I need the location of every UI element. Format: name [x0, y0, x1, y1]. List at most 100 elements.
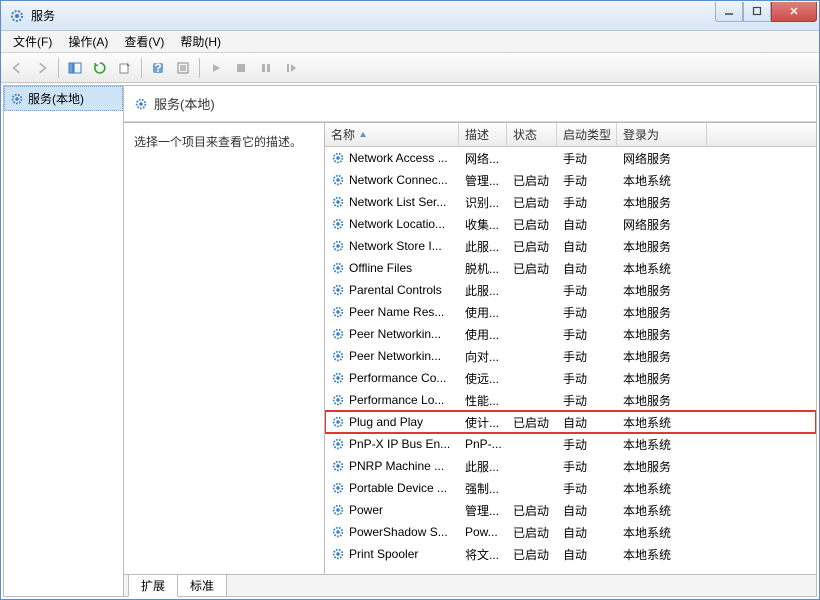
cell-status: [507, 156, 557, 160]
properties-button[interactable]: [171, 56, 195, 80]
cell-status: [507, 354, 557, 358]
cell-start: 手动: [557, 302, 617, 323]
cell-desc: 管理...: [459, 170, 507, 191]
minimize-button[interactable]: [715, 2, 743, 22]
cell-status: 已启动: [507, 500, 557, 521]
cell-start: 自动: [557, 500, 617, 521]
cell-status: [507, 310, 557, 314]
gear-icon: [331, 173, 345, 187]
gear-icon: [134, 97, 148, 111]
menu-help[interactable]: 帮助(H): [172, 31, 229, 52]
service-row[interactable]: Power管理...已启动自动本地系统: [325, 499, 816, 521]
content-body: 服务(本地) 服务(本地) 选择一个项目来查看它的描述。 名称: [3, 85, 817, 597]
description-hint: 选择一个项目来查看它的描述。: [134, 135, 302, 149]
cell-status: [507, 376, 557, 380]
cell-logon: 本地服务: [617, 456, 707, 477]
menu-action[interactable]: 操作(A): [60, 31, 116, 52]
cell-desc: 使远...: [459, 368, 507, 389]
cell-logon: 本地服务: [617, 302, 707, 323]
help-button[interactable]: ?: [146, 56, 170, 80]
gear-icon: [331, 261, 345, 275]
service-row[interactable]: PowerShadow S...Pow...已启动自动本地系统: [325, 521, 816, 543]
tab-standard[interactable]: 标准: [177, 575, 227, 597]
column-header-status[interactable]: 状态: [507, 123, 557, 146]
details-content: 选择一个项目来查看它的描述。 名称 描述 状态 启动类型 登录为 Network…: [124, 122, 816, 574]
sort-ascending-icon: [359, 131, 367, 139]
cell-name: Network Locatio...: [325, 215, 459, 233]
service-name: Parental Controls: [349, 283, 442, 297]
service-row[interactable]: Portable Device ...强制...手动本地系统: [325, 477, 816, 499]
cell-name: Portable Device ...: [325, 479, 459, 497]
gear-icon: [331, 327, 345, 341]
menu-view[interactable]: 查看(V): [116, 31, 172, 52]
service-name: Peer Networkin...: [349, 349, 441, 363]
cell-desc: 将文...: [459, 544, 507, 565]
cell-logon: 本地系统: [617, 170, 707, 191]
cell-status: 已启动: [507, 522, 557, 543]
cell-name: Print Spooler: [325, 545, 459, 563]
service-row[interactable]: Network Access ...网络...手动网络服务: [325, 147, 816, 169]
menubar: 文件(F) 操作(A) 查看(V) 帮助(H): [1, 31, 819, 53]
gear-icon: [331, 239, 345, 253]
services-list-pane: 名称 描述 状态 启动类型 登录为 Network Access ...网络..…: [324, 123, 816, 574]
cell-status: 已启动: [507, 544, 557, 565]
service-row[interactable]: Peer Networkin...向对...手动本地服务: [325, 345, 816, 367]
column-header-name[interactable]: 名称: [325, 123, 459, 146]
cell-name: Parental Controls: [325, 281, 459, 299]
cell-logon: 本地系统: [617, 478, 707, 499]
service-row[interactable]: PnP-X IP Bus En...PnP-...手动本地系统: [325, 433, 816, 455]
description-pane: 选择一个项目来查看它的描述。: [124, 123, 324, 574]
cell-logon: 网络服务: [617, 214, 707, 235]
tree-item-services-local[interactable]: 服务(本地): [4, 86, 123, 111]
column-header-description[interactable]: 描述: [459, 123, 507, 146]
service-row[interactable]: Print Spooler将文...已启动自动本地系统: [325, 543, 816, 565]
cell-status: 已启动: [507, 258, 557, 279]
services-window: 服务 文件(F) 操作(A) 查看(V) 帮助(H) ?: [0, 0, 820, 600]
cell-logon: 本地系统: [617, 434, 707, 455]
tab-extended[interactable]: 扩展: [128, 575, 178, 597]
refresh-button[interactable]: [88, 56, 112, 80]
nav-back-button: [5, 56, 29, 80]
nav-forward-button: [30, 56, 54, 80]
service-row[interactable]: Network Connec...管理...已启动手动本地系统: [325, 169, 816, 191]
cell-name: Peer Networkin...: [325, 347, 459, 365]
cell-desc: 识别...: [459, 192, 507, 213]
cell-logon: 本地系统: [617, 412, 707, 433]
titlebar[interactable]: 服务: [1, 1, 819, 31]
cell-start: 手动: [557, 434, 617, 455]
service-name: PowerShadow S...: [349, 525, 448, 539]
service-row[interactable]: Offline Files脱机...已启动自动本地系统: [325, 257, 816, 279]
service-row[interactable]: Peer Name Res...使用...手动本地服务: [325, 301, 816, 323]
tree-pane[interactable]: 服务(本地): [4, 86, 124, 596]
cell-desc: 此服...: [459, 236, 507, 257]
service-name: Peer Name Res...: [349, 305, 444, 319]
cell-start: 手动: [557, 346, 617, 367]
service-row[interactable]: Parental Controls此服...手动本地服务: [325, 279, 816, 301]
service-row[interactable]: PNRP Machine ...此服...手动本地服务: [325, 455, 816, 477]
column-header-startup[interactable]: 启动类型: [557, 123, 617, 146]
service-row[interactable]: Performance Co...使远...手动本地服务: [325, 367, 816, 389]
service-row[interactable]: Network Store I...此服...已启动自动本地服务: [325, 235, 816, 257]
export-list-button[interactable]: [113, 56, 137, 80]
gear-icon: [331, 349, 345, 363]
service-name: Peer Networkin...: [349, 327, 441, 341]
gear-icon: [331, 503, 345, 517]
menu-file[interactable]: 文件(F): [5, 31, 60, 52]
gear-icon: [331, 283, 345, 297]
cell-start: 手动: [557, 478, 617, 499]
cell-status: 已启动: [507, 170, 557, 191]
service-row[interactable]: Performance Lo...性能...手动本地服务: [325, 389, 816, 411]
service-row[interactable]: Network List Ser...识别...已启动手动本地服务: [325, 191, 816, 213]
service-row[interactable]: Plug and Play使计...已启动自动本地系统: [325, 411, 816, 433]
maximize-button[interactable]: [743, 2, 771, 22]
gear-icon: [331, 459, 345, 473]
close-button[interactable]: [771, 2, 817, 22]
column-header-logon[interactable]: 登录为: [617, 123, 707, 146]
services-list-body[interactable]: Network Access ...网络...手动网络服务Network Con…: [325, 147, 816, 574]
gear-icon: [331, 151, 345, 165]
cell-start: 自动: [557, 214, 617, 235]
service-row[interactable]: Network Locatio...收集...已启动自动网络服务: [325, 213, 816, 235]
service-row[interactable]: Peer Networkin...使用...手动本地服务: [325, 323, 816, 345]
show-hide-tree-button[interactable]: [63, 56, 87, 80]
service-name: Performance Lo...: [349, 393, 444, 407]
